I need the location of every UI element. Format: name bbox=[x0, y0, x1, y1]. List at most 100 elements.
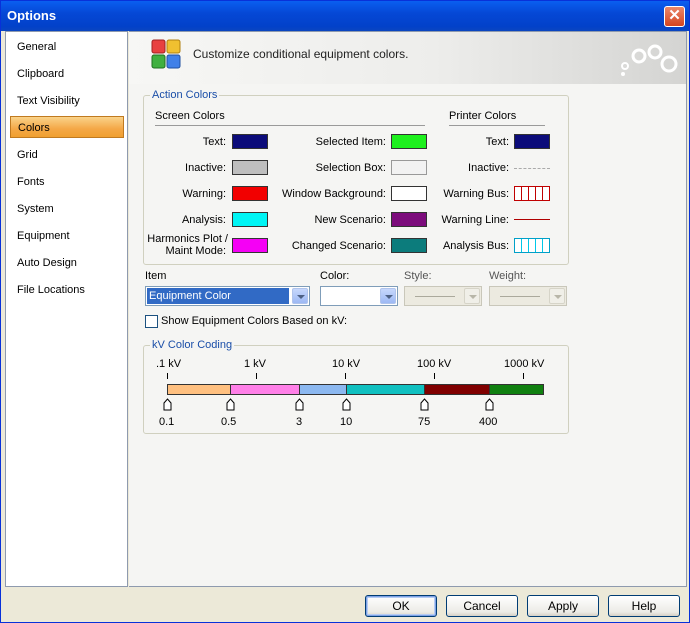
kv-marker-value: 3 bbox=[296, 416, 303, 428]
ok-button[interactable]: OK bbox=[365, 595, 437, 617]
nav-item-equipment[interactable]: Equipment bbox=[10, 225, 124, 247]
screen-text-swatch[interactable] bbox=[232, 134, 268, 149]
chevron-down-icon bbox=[464, 288, 480, 304]
colors-icon bbox=[151, 39, 181, 69]
window-title: Options bbox=[7, 8, 57, 23]
printer-text-swatch[interactable] bbox=[514, 134, 550, 149]
nav-item-system[interactable]: System bbox=[10, 198, 124, 220]
printer-inactive-sample[interactable] bbox=[514, 168, 550, 169]
printer-warning-line-sample[interactable] bbox=[514, 219, 550, 220]
show-kv-label[interactable]: Show Equipment Colors Based on kV: bbox=[161, 315, 347, 327]
kv-segment bbox=[489, 384, 544, 395]
kv-slider-handle[interactable] bbox=[485, 398, 494, 411]
style-select[interactable] bbox=[404, 286, 482, 306]
printer-analysis-bus-swatch[interactable] bbox=[514, 238, 550, 253]
kv-slider-handle[interactable] bbox=[163, 398, 172, 411]
printer-inactive-label: Inactive: bbox=[468, 162, 509, 174]
category-list: General Clipboard Text Visibility Colors… bbox=[5, 31, 128, 587]
kv-scale-label: 1000 kV bbox=[504, 358, 545, 370]
kv-scale-label: 1 kV bbox=[244, 358, 267, 370]
colors-page: Customize conditional equipment colors. … bbox=[129, 31, 687, 587]
cancel-button[interactable]: Cancel bbox=[446, 595, 518, 617]
screen-analysis-label: Analysis: bbox=[181, 214, 226, 226]
chevron-down-icon[interactable] bbox=[380, 288, 396, 304]
color-select[interactable] bbox=[320, 286, 398, 306]
kv-tick bbox=[434, 373, 435, 379]
nav-item-colors[interactable]: Colors bbox=[10, 116, 124, 138]
kv-tick bbox=[523, 373, 524, 379]
kv-marker-value: 10 bbox=[340, 416, 353, 428]
nav-item-general[interactable]: General bbox=[10, 36, 124, 58]
nav-item-grid[interactable]: Grid bbox=[10, 144, 124, 166]
kv-slider-handle[interactable] bbox=[295, 398, 304, 411]
kv-tick bbox=[256, 373, 257, 379]
kv-color-coding-title: kV Color Coding bbox=[150, 339, 235, 351]
help-button[interactable]: Help bbox=[608, 595, 680, 617]
kv-segment bbox=[299, 384, 347, 395]
item-select-value: Equipment Color bbox=[147, 288, 289, 304]
selected-item-swatch[interactable] bbox=[391, 134, 427, 149]
style-line-sample bbox=[415, 296, 455, 297]
screen-harmonics-label: Harmonics Plot / bbox=[147, 233, 228, 245]
kv-marker-value: 400 bbox=[479, 416, 498, 428]
printer-colors-divider bbox=[449, 125, 545, 126]
apply-button[interactable]: Apply bbox=[527, 595, 599, 617]
close-button[interactable]: ✕ bbox=[664, 6, 685, 27]
changed-scenario-swatch[interactable] bbox=[391, 238, 427, 253]
nav-item-fonts[interactable]: Fonts bbox=[10, 171, 124, 193]
kv-marker-value: 75 bbox=[418, 416, 431, 428]
weight-select[interactable] bbox=[489, 286, 567, 306]
kv-marker-value: 0.1 bbox=[159, 416, 175, 428]
kv-segment bbox=[167, 384, 231, 395]
screen-text-label: Text: bbox=[202, 136, 226, 148]
show-kv-checkbox[interactable] bbox=[145, 315, 158, 328]
chevron-down-icon[interactable] bbox=[292, 288, 308, 304]
style-label: Style: bbox=[404, 270, 432, 282]
kv-slider-handle[interactable] bbox=[226, 398, 235, 411]
page-banner: Customize conditional equipment colors. bbox=[129, 32, 686, 84]
nav-item-clipboard[interactable]: Clipboard bbox=[10, 63, 124, 85]
screen-colors-header: Screen Colors bbox=[155, 110, 225, 122]
item-label: Item bbox=[145, 270, 167, 282]
chevron-down-icon bbox=[549, 288, 565, 304]
new-scenario-swatch[interactable] bbox=[391, 212, 427, 227]
screen-inactive-swatch[interactable] bbox=[232, 160, 268, 175]
screen-maint-mode-label: Maint Mode: bbox=[165, 245, 226, 257]
printer-warning-bus-label: Warning Bus: bbox=[443, 188, 509, 200]
kv-slider-handle[interactable] bbox=[420, 398, 429, 411]
nav-item-file-locations[interactable]: File Locations bbox=[10, 279, 124, 301]
kv-scale-label: .1 kV bbox=[156, 358, 182, 370]
selection-box-swatch[interactable] bbox=[391, 160, 427, 175]
screen-harmonics-swatch[interactable] bbox=[232, 238, 268, 253]
options-dialog: Options ✕ General Clipboard Text Visibil… bbox=[0, 0, 690, 623]
selection-box-label: Selection Box: bbox=[315, 162, 386, 174]
kv-segment bbox=[424, 384, 490, 395]
screen-analysis-swatch[interactable] bbox=[232, 212, 268, 227]
printer-text-label: Text: bbox=[485, 136, 509, 148]
printer-colors-header: Printer Colors bbox=[449, 110, 517, 122]
banner-text: Customize conditional equipment colors. bbox=[193, 47, 409, 61]
nav-item-text-visibility[interactable]: Text Visibility bbox=[10, 90, 124, 112]
changed-scenario-label: Changed Scenario: bbox=[291, 240, 386, 252]
printer-warning-line-label: Warning Line: bbox=[441, 214, 509, 226]
kv-slider-handle[interactable] bbox=[342, 398, 351, 411]
screen-inactive-label: Inactive: bbox=[185, 162, 226, 174]
kv-segment bbox=[230, 384, 300, 395]
color-label: Color: bbox=[320, 270, 350, 282]
kv-tick bbox=[167, 373, 168, 379]
action-colors-title: Action Colors bbox=[150, 89, 220, 101]
printer-analysis-bus-label: Analysis Bus: bbox=[442, 240, 509, 252]
screen-warning-swatch[interactable] bbox=[232, 186, 268, 201]
kv-tick bbox=[345, 373, 346, 379]
weight-label: Weight: bbox=[489, 270, 527, 282]
printer-warning-bus-swatch[interactable] bbox=[514, 186, 550, 201]
kv-scale-label: 100 kV bbox=[417, 358, 452, 370]
title-bar[interactable]: Options ✕ bbox=[1, 1, 689, 31]
window-background-swatch[interactable] bbox=[391, 186, 427, 201]
kv-segment bbox=[346, 384, 425, 395]
screen-warning-label: Warning: bbox=[182, 188, 226, 200]
item-select[interactable]: Equipment Color bbox=[145, 286, 310, 306]
nav-item-auto-design[interactable]: Auto Design bbox=[10, 252, 124, 274]
new-scenario-label: New Scenario: bbox=[314, 214, 386, 226]
close-icon: ✕ bbox=[668, 7, 681, 24]
